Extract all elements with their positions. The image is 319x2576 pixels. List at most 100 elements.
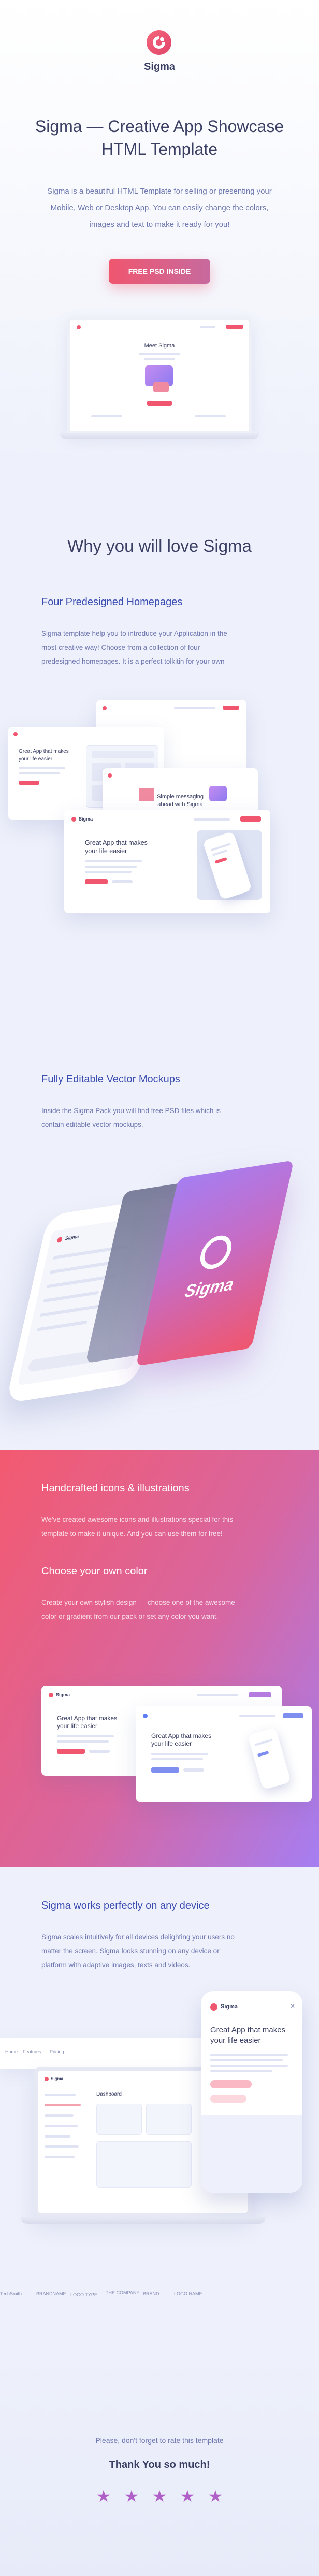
card3-illustration	[139, 788, 154, 801]
phone-brand: Sigma	[64, 1233, 80, 1241]
homepage-preview-front: Sigma Great App that makes your life eas…	[64, 810, 270, 913]
card2-heading-line1: Simple messaging	[157, 794, 204, 800]
brand-logo-1: TechSmith	[0, 2291, 22, 2296]
devices-mobile-primary-button[interactable]	[210, 2080, 252, 2088]
dashboard-card-2	[146, 2104, 192, 2135]
gradient-layer-brand: Sigma	[183, 1274, 236, 1301]
hero-desc-line3: images and text to make it ready for you…	[89, 220, 230, 229]
color-blue-heading: Great App that makes your life easier	[151, 1732, 211, 1748]
card3-heading-line2: your life easier	[85, 847, 127, 855]
homepages-section: Four Predesigned Homepages Sigma templat…	[0, 590, 319, 1004]
laptop-mockup: Meet Sigma	[60, 317, 259, 441]
icons-title: Handcrafted icons & illustrations	[41, 1483, 190, 1494]
color-blue-heading-line1: Great App that makes	[151, 1732, 212, 1739]
nav-item-pricing[interactable]: Pricing	[50, 2049, 64, 2054]
homepages-desc-line2: most creative way! Choose from a collect…	[41, 643, 200, 651]
card1-heading-line2: your life easier	[19, 756, 53, 762]
hero-description: Sigma is a beautiful HTML Template for s…	[0, 183, 319, 233]
devices-sidebar	[38, 2085, 88, 2213]
devices-mobile-brand: Sigma	[221, 2003, 238, 2010]
homepages-description: Sigma template help you to introduce you…	[41, 626, 290, 668]
devices-mobile: Sigma ✕ Great App that makes your life e…	[201, 1991, 302, 2193]
brand-logo-2: BRANDNAME	[36, 2291, 66, 2296]
color-pink-heading-line2: your life easier	[57, 1722, 98, 1730]
thank-you-text: Thank You so much!	[109, 2459, 210, 2470]
color-pink-heading-line1: Great App that makes	[57, 1715, 118, 1722]
color-preview-blue: Great App that makes your life easier	[136, 1706, 312, 1802]
star-icon[interactable]: ★	[151, 2488, 168, 2505]
laptop-logo-icon	[77, 325, 81, 329]
color-title: Choose your own color	[41, 1565, 148, 1577]
devices-desc-line3: platform with adaptive images, texts and…	[41, 1961, 191, 1969]
devices-mobile-footer-band	[201, 2115, 302, 2193]
hero-title-line2: HTML Template	[101, 140, 218, 158]
rating-stars[interactable]: ★ ★ ★ ★ ★	[95, 2488, 224, 2509]
color-pink-heading: Great App that makes your life easier	[57, 1715, 117, 1730]
icons-desc-line1: We've created awesome icons and illustra…	[41, 1516, 234, 1524]
devices-mobile-heading-line1: Great App that makes	[210, 2026, 286, 2035]
devices-section: Sigma works perfectly on any device Sigm…	[0, 1867, 319, 2348]
vector-title: Fully Editable Vector Mockups	[41, 1074, 180, 1085]
devices-mobile-close-icon[interactable]: ✕	[290, 2002, 295, 2010]
color-desc-line2: color or gradient from our pack or set a…	[41, 1613, 219, 1620]
color-blue-phone	[247, 1727, 292, 1790]
icons-desc-line2: template to make it unique. And you can …	[41, 1530, 223, 1538]
devices-mobile-heading: Great App that makes your life easier	[210, 2025, 285, 2046]
color-pink-logo-icon	[49, 1693, 53, 1697]
card1-heading-line1: Great App that makes	[19, 749, 69, 754]
love-title: Why you will love Sigma	[67, 536, 252, 555]
devices-laptop-logo-icon	[45, 2077, 49, 2081]
hero-title: Sigma — Creative App Showcase HTML Templ…	[0, 115, 319, 160]
laptop-screen-heading: Meet Sigma	[144, 343, 175, 349]
footer-section: Please, don't forget to rate this templa…	[0, 2348, 319, 2576]
star-icon[interactable]: ★	[179, 2488, 196, 2505]
rate-request: Please, don't forget to rate this templa…	[95, 2436, 224, 2445]
star-icon[interactable]: ★	[123, 2488, 140, 2505]
gradient-section: Handcrafted icons & illustrations We've …	[0, 1450, 319, 1867]
devices-desc-line2: matter the screen. Sigma looks stunning …	[41, 1947, 220, 1955]
nav-item-features[interactable]: Features	[23, 2049, 41, 2054]
homepages-desc-line1: Sigma template help you to introduce you…	[41, 630, 227, 637]
dashboard-card-3	[96, 2141, 192, 2188]
brand-logos-row: TechSmith BRANDNAME LOGO TYPE THE COMPAN…	[0, 2287, 319, 2303]
star-icon[interactable]: ★	[207, 2488, 224, 2505]
color-blue-logo-icon	[143, 1714, 148, 1718]
free-psd-button[interactable]: FREE PSD INSIDE	[109, 259, 210, 284]
brand-logo-3: LOGO TYPE	[70, 2292, 97, 2297]
vector-description: Inside the Sigma Pack you will find free…	[41, 1104, 290, 1132]
card2-left-heading: Great App that makes your life easier	[19, 748, 69, 763]
devices-laptop-brand: Sigma	[51, 2076, 64, 2081]
icons-description: We've created awesome icons and illustra…	[41, 1513, 290, 1541]
card2-heading-line2: ahead with Sigma	[157, 801, 203, 808]
front-card-heading: Great App that makes your life easier	[85, 839, 148, 855]
devices-desc-line1: Sigma scales intuitively for all devices…	[41, 1933, 235, 1941]
free-psd-button-label: FREE PSD INSIDE	[128, 267, 191, 275]
love-section: Why you will love Sigma	[0, 466, 319, 590]
color-desc-line1: Create your own stylish design — choose …	[41, 1599, 235, 1606]
devices-description: Sigma scales intuitively for all devices…	[41, 1930, 290, 1972]
card3-heading-line1: Great App that makes	[85, 839, 148, 846]
dashboard-card-1	[96, 2104, 142, 2135]
homepages-title: Four Predesigned Homepages	[41, 596, 183, 608]
brand-logo-4: THE COMPANY	[106, 2290, 140, 2295]
homepages-desc-line3: predesigned homepages. It is a perfect t…	[41, 657, 225, 665]
hero-brand: Sigma	[143, 61, 176, 72]
hero-desc-line1: Sigma is a beautiful HTML Template for s…	[47, 187, 272, 196]
front-card-logo-icon	[71, 817, 76, 822]
devices-mobile-secondary-button[interactable]	[210, 2095, 247, 2103]
color-description: Create your own stylish design — choose …	[41, 1596, 290, 1623]
nav-item-home[interactable]: Home	[5, 2049, 18, 2054]
vector-desc-line2: contain editable vector mockups.	[41, 1121, 143, 1129]
dashboard-heading: Dashboard	[96, 2091, 122, 2097]
sigma-logo-icon	[147, 30, 171, 55]
hero-section: Sigma Sigma — Creative App Showcase HTML…	[0, 0, 319, 466]
card3-messaging-heading: Simple messaging ahead with Sigma	[103, 793, 258, 809]
star-icon[interactable]: ★	[95, 2488, 112, 2505]
hero-title-line1: Sigma — Creative App Showcase	[35, 117, 284, 136]
gradient-layer-logo-icon	[197, 1233, 235, 1271]
color-blue-heading-line2: your life easier	[151, 1740, 192, 1747]
brand-logo-6: LOGO NAME	[174, 2291, 202, 2296]
devices-mobile-heading-line2: your life easier	[210, 2036, 261, 2045]
brand-logo-5: BRAND	[143, 2291, 160, 2296]
card3-chat-bubble	[209, 786, 227, 801]
